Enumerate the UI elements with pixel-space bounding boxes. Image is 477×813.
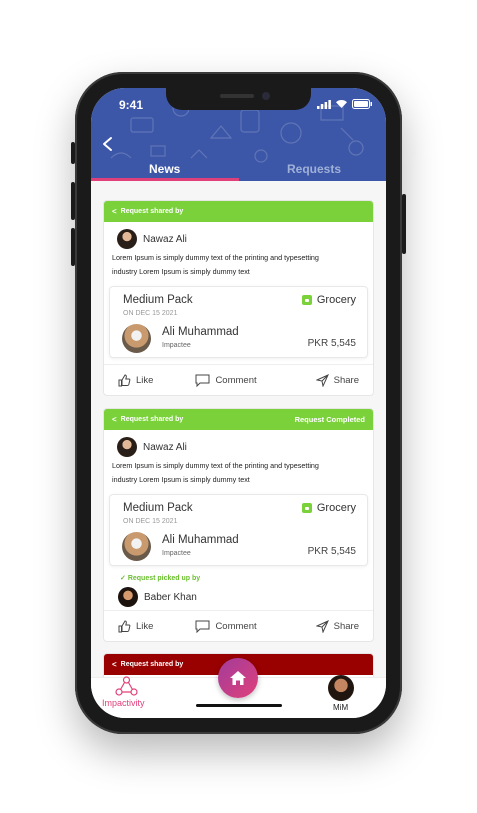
pack-card[interactable]: Medium Pack ON DEC 15 2021 Grocery Ali M… (109, 286, 368, 358)
picked-up-label: Request picked up by (127, 575, 201, 582)
share-small-icon: < (112, 415, 117, 424)
category-label: Grocery (316, 294, 356, 306)
impactivity-label[interactable]: Impactivity (102, 698, 145, 708)
status-badge: Request Completed (294, 415, 365, 424)
share-button[interactable]: Share (315, 619, 359, 633)
category-tag: Grocery (301, 502, 356, 514)
thumbs-up-icon (118, 619, 131, 632)
pack-card[interactable]: Medium Pack ON DEC 15 2021 Grocery Ali M… (109, 494, 368, 566)
profile-avatar[interactable] (328, 675, 354, 701)
share-small-icon: < (112, 207, 117, 216)
comment-label: Comment (215, 620, 257, 632)
comment-button[interactable]: Comment (195, 374, 257, 387)
post-text: Lorem Ipsum is simply dummy text of the … (104, 458, 373, 492)
home-indicator (196, 704, 282, 707)
share-small-icon: < (112, 660, 117, 669)
share-button[interactable]: Share (315, 373, 359, 387)
like-button[interactable]: Like (118, 373, 154, 387)
impactee-role: Impactee (162, 550, 191, 557)
picker-row[interactable]: Baber Khan (104, 582, 373, 610)
post-text-line: Lorem Ipsum is simply dummy text of the … (112, 461, 319, 470)
card-header: < Request shared by (104, 201, 373, 222)
picker-name: Baber Khan (144, 591, 197, 603)
category-label: Grocery (316, 502, 356, 514)
action-bar: Like Comment Share (104, 364, 373, 395)
post-card: < Request shared by Nawaz Ali Lorem Ipsu… (103, 200, 374, 396)
impactee-avatar (122, 324, 151, 353)
tab-requests[interactable]: Requests (287, 162, 341, 176)
home-icon (230, 671, 246, 685)
shared-by-label: Request shared by (120, 208, 184, 215)
author-row[interactable]: Nawaz Ali (104, 222, 373, 250)
wifi-icon (336, 100, 347, 108)
checkmark-icon: ✓ (120, 575, 128, 582)
bottom-nav: Impactivity MiM (91, 658, 386, 718)
bag-icon (301, 503, 312, 513)
home-button[interactable] (218, 658, 258, 698)
share-label: Share (333, 374, 359, 386)
comment-button[interactable]: Comment (195, 620, 257, 633)
pack-date: ON DEC 15 2021 (123, 310, 178, 317)
picked-up-row: ✓ Request picked up by (104, 566, 373, 582)
picker-avatar (118, 587, 138, 607)
send-icon (315, 619, 329, 633)
signal-icon (317, 100, 331, 109)
impactee-name: Ali Muhammad (162, 326, 239, 338)
avatar (117, 229, 137, 249)
screen: 9:41 News Requests < Request shared by N… (91, 88, 386, 718)
pack-price: PKR 5,545 (307, 338, 356, 349)
status-time: 9:41 (119, 98, 144, 112)
avatar (117, 437, 137, 457)
stage: 9:41 News Requests < Request shared by N… (0, 0, 477, 813)
pack-date: ON DEC 15 2021 (123, 518, 178, 525)
post-text-line: industry Lorem Ipsum is simply dummy tex… (112, 267, 250, 276)
action-bar: Like Comment Share (104, 610, 373, 641)
profile-label[interactable]: MiM (333, 703, 348, 712)
category-tag: Grocery (301, 294, 356, 306)
status-icons (317, 99, 372, 109)
shared-by-label: Request shared by (120, 661, 184, 668)
impactivity-icon[interactable] (114, 675, 139, 700)
pack-title: Medium Pack (123, 502, 193, 514)
like-button[interactable]: Like (118, 619, 154, 633)
card-header: < Request shared by Request Completed (104, 409, 373, 430)
impactee-avatar (122, 532, 151, 561)
back-icon[interactable] (101, 136, 115, 152)
author-row[interactable]: Nawaz Ali (104, 430, 373, 458)
post-text: Lorem Ipsum is simply dummy text of the … (104, 250, 373, 284)
impactee-role: Impactee (162, 342, 191, 349)
impactee-name: Ali Muhammad (162, 534, 239, 546)
author-name: Nawaz Ali (143, 441, 187, 453)
phone-frame: 9:41 News Requests < Request shared by N… (71, 72, 406, 734)
news-feed[interactable]: < Request shared by Nawaz Ali Lorem Ipsu… (91, 181, 386, 718)
post-card: < Request shared by Request Completed Na… (103, 408, 374, 642)
pack-title: Medium Pack (123, 294, 193, 306)
shared-by-label: Request shared by (120, 416, 184, 423)
share-label: Share (333, 620, 359, 632)
battery-icon (352, 99, 372, 109)
send-icon (315, 373, 329, 387)
post-text-line: Lorem Ipsum is simply dummy text of the … (112, 253, 319, 262)
notch (166, 88, 311, 110)
like-label: Like (136, 374, 154, 386)
comment-icon (195, 620, 210, 633)
tab-news[interactable]: News (149, 162, 180, 176)
comment-label: Comment (215, 374, 257, 386)
post-text-line: industry Lorem Ipsum is simply dummy tex… (112, 475, 250, 484)
comment-icon (195, 374, 210, 387)
thumbs-up-icon (118, 373, 131, 386)
author-name: Nawaz Ali (143, 233, 187, 245)
bag-icon (301, 295, 312, 305)
pack-price: PKR 5,545 (307, 546, 356, 557)
like-label: Like (136, 620, 154, 632)
